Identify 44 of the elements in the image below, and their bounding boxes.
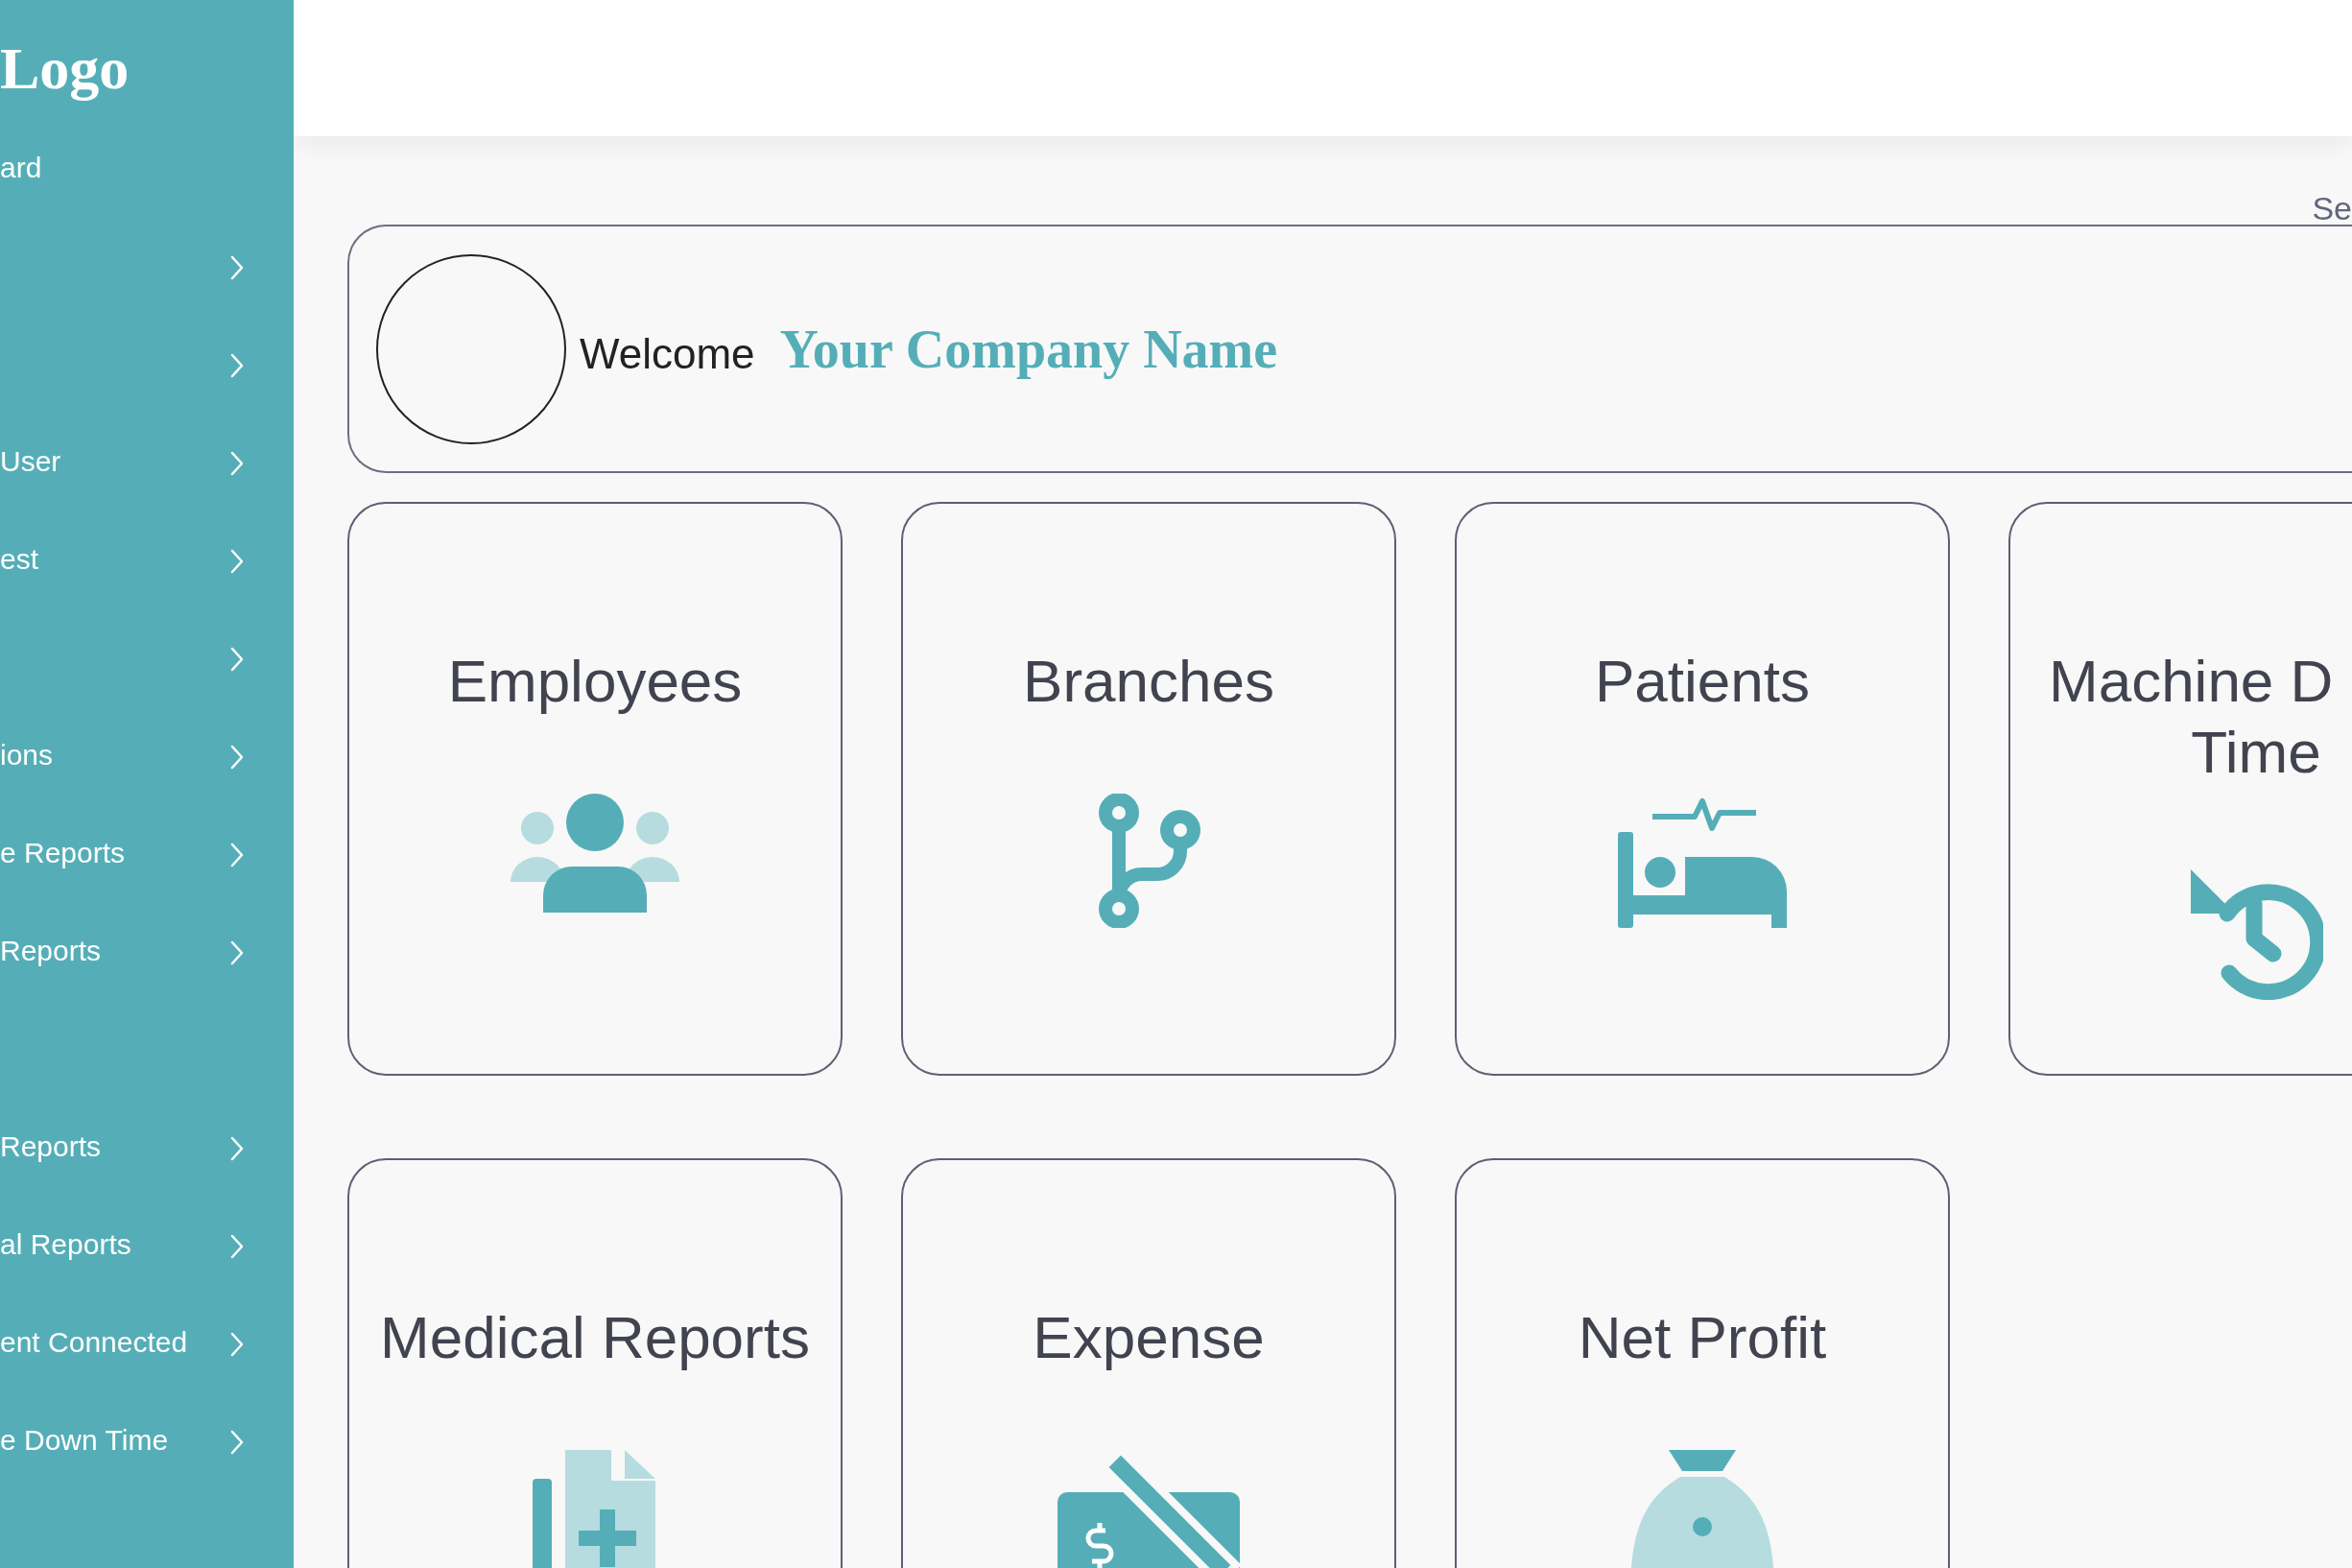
card-title: Branches (1023, 647, 1274, 716)
sidebar-item[interactable]: al Reports (0, 1230, 131, 1259)
sidebar-item[interactable]: Reports (0, 1132, 102, 1161)
dashboard-card[interactable]: Machine D Time (2008, 502, 2352, 1076)
chevron-right-icon (230, 549, 244, 574)
branch-icon (1096, 794, 1201, 929)
chevron-right-icon (230, 843, 244, 867)
card-title: Net Profit (1578, 1303, 1827, 1372)
chevron-right-icon (230, 940, 244, 965)
chevron-right-icon (230, 1136, 244, 1161)
dashboard-card[interactable]: Employees (347, 502, 843, 1076)
money-bag-icon (1630, 1450, 1774, 1568)
card-title: Machine D (2048, 647, 2334, 716)
card-title: Medical Reports (380, 1303, 810, 1372)
sidebar-item[interactable]: e Down Time (0, 1426, 169, 1455)
dashboard-card[interactable]: Net Profit (1455, 1158, 1950, 1568)
sidebar-item[interactable]: ions (0, 741, 54, 770)
chevron-right-icon (230, 647, 244, 672)
sidebar-item[interactable]: ent Connected (0, 1328, 188, 1357)
sidebar-item[interactable]: Reports (0, 937, 102, 965)
dashboard-card[interactable]: Medical Reports (347, 1158, 843, 1568)
sidebar-item[interactable]: ard (0, 154, 42, 182)
company-name: Your Company Name (779, 318, 1278, 380)
dashboard-card[interactable]: Expense (901, 1158, 1396, 1568)
card-title: Employees (447, 647, 743, 716)
chevron-right-icon (230, 1430, 244, 1455)
sidebar-item[interactable]: e Reports (0, 839, 126, 867)
chevron-right-icon (230, 1234, 244, 1259)
dashboard-card[interactable]: Patients (1455, 502, 1950, 1076)
sidebar-item[interactable]: User (0, 447, 61, 476)
chevron-right-icon (230, 1332, 244, 1357)
chevron-right-icon (230, 353, 244, 378)
card-title: Expense (1033, 1303, 1265, 1372)
users-icon (511, 794, 679, 914)
top-right-text: Se (2312, 192, 2352, 225)
sidebar-item[interactable]: est (0, 545, 39, 574)
medical-file-icon (533, 1450, 657, 1568)
dashboard-card[interactable]: Branches (901, 502, 1396, 1076)
chevron-right-icon (230, 451, 244, 476)
card-title: Patients (1595, 647, 1810, 716)
card-title: Time (2191, 718, 2321, 788)
chevron-right-icon (230, 745, 244, 770)
welcome-text: Welcome (580, 329, 755, 378)
chevron-right-icon (230, 255, 244, 280)
